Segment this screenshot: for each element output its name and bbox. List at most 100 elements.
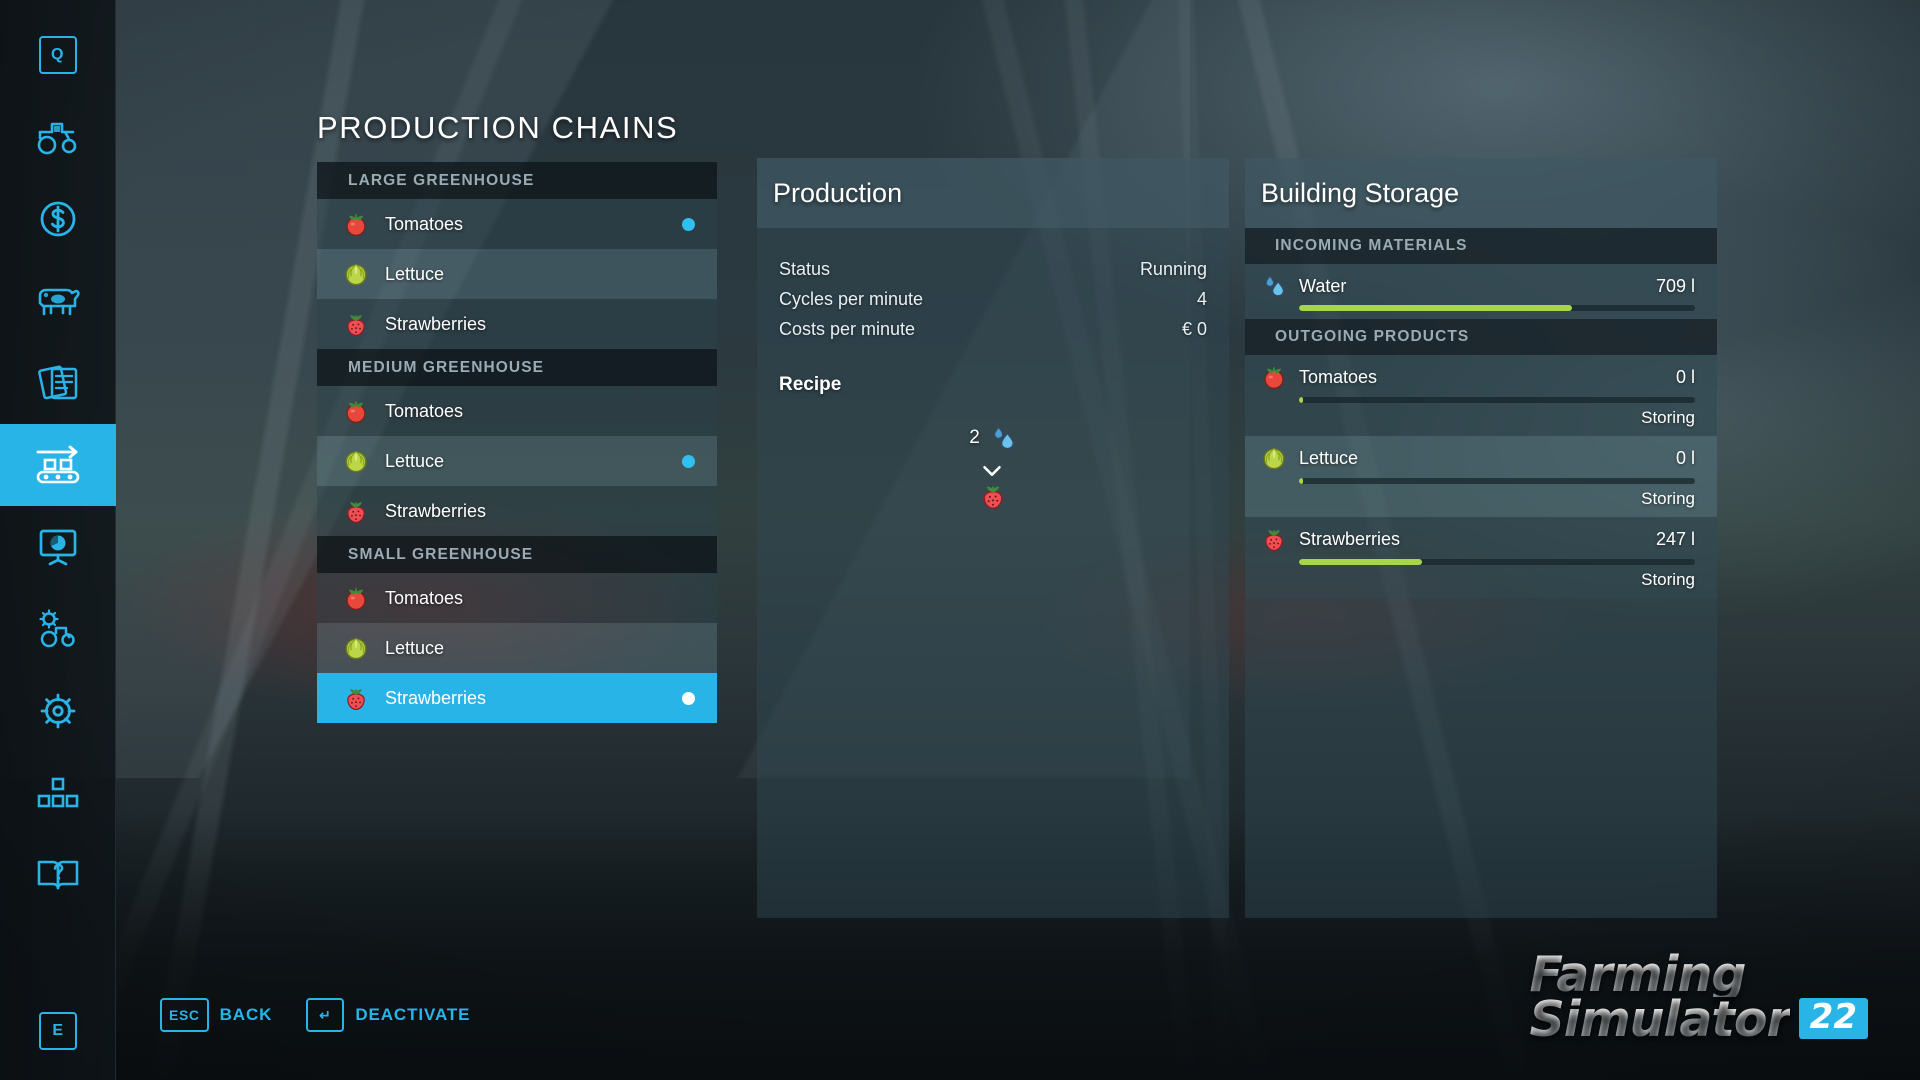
storage-row-top: Lettuce0 l [1261, 445, 1695, 471]
help-label: DEACTIVATE [355, 1005, 470, 1025]
tomato-icon [343, 211, 369, 237]
page-title: PRODUCTION CHAINS [317, 110, 678, 146]
chain-row[interactable]: Tomatoes [317, 573, 717, 623]
outgoing-products-list: Tomatoes0 lStoringLettuce0 lStoringStraw… [1245, 355, 1717, 598]
chain-row[interactable]: Lettuce [317, 249, 717, 299]
chevron-down-icon [980, 459, 1006, 475]
water-icon [989, 424, 1017, 452]
production-stats: StatusRunningCycles per minute4Costs per… [757, 228, 1229, 344]
storage-row[interactable]: Lettuce0 l Storing [1245, 436, 1717, 517]
production-stat-value: 4 [1197, 284, 1207, 314]
incoming-materials-list: Water709 l [1245, 264, 1717, 319]
sidebar-item-contracts[interactable] [0, 342, 116, 424]
outgoing-products-header: OUTGOING PRODUCTS [1245, 319, 1717, 355]
production-panel-title: Production [757, 158, 1229, 228]
storage-fill-bar [1299, 397, 1695, 403]
sidebar-item-statistics[interactable] [0, 506, 116, 588]
storage-fill-bar [1299, 305, 1695, 311]
production-stat-label: Costs per minute [779, 314, 915, 344]
conveyor-belt-icon [32, 444, 84, 486]
chain-group-header: SMALL GREENHOUSE [317, 536, 717, 573]
cow-icon [33, 283, 83, 319]
strawberry-icon [1261, 526, 1287, 552]
tomato-icon [343, 398, 369, 424]
storage-fill-bar-value [1299, 397, 1303, 403]
storage-row-top: Water709 l [1261, 273, 1695, 299]
building-storage-panel: Building Storage INCOMING MATERIALS Wate… [1245, 158, 1717, 918]
chain-row[interactable]: Strawberries [317, 673, 717, 723]
chain-row[interactable]: Lettuce [317, 623, 717, 673]
multiplayer-nodes-icon [35, 776, 81, 810]
storage-fill-bar [1299, 478, 1695, 484]
chain-group-header: LARGE GREENHOUSE [317, 162, 717, 199]
storage-row-status: Storing [1261, 489, 1695, 509]
storage-row-top: Strawberries247 l [1261, 526, 1695, 552]
help-book-icon [35, 855, 81, 895]
water-icon [1261, 273, 1287, 299]
sidebar-item-production-chains[interactable] [0, 424, 116, 506]
help-entry[interactable]: ↵ DEACTIVATE [306, 998, 470, 1032]
sidebar-item-vehicles[interactable] [0, 96, 116, 178]
help-key: ↵ [306, 998, 344, 1032]
chain-row-label: Tomatoes [385, 214, 463, 235]
sidebar-next-key[interactable]: E [39, 1012, 77, 1050]
production-stat-value: Running [1140, 254, 1207, 284]
storage-row-quantity: 0 l [1676, 448, 1695, 469]
tomato-icon [343, 585, 369, 611]
storage-row-name: Water [1299, 276, 1346, 297]
sidebar-item-vehicle-settings[interactable] [0, 588, 116, 670]
storage-row[interactable]: Tomatoes 0 l Storing [1245, 355, 1717, 436]
sidebar: Q [0, 0, 116, 1080]
production-stat-row: Costs per minute € 0 [779, 314, 1207, 344]
storage-row-status: Storing [1261, 570, 1695, 590]
strawberry-icon [343, 498, 369, 524]
production-panel: Production StatusRunningCycles per minut… [757, 158, 1229, 918]
chain-row-label: Strawberries [385, 688, 486, 709]
storage-fill-bar [1299, 559, 1695, 565]
strawberry-icon [343, 311, 369, 337]
storage-panel-title: Building Storage [1245, 158, 1717, 228]
storage-row[interactable]: Strawberries247 l Storing [1245, 517, 1717, 598]
chain-row[interactable]: Strawberries [317, 299, 717, 349]
sidebar-item-multiplayer[interactable] [0, 752, 116, 834]
sidebar-item-help[interactable] [0, 834, 116, 916]
tractor-icon [35, 119, 81, 155]
storage-row-name: Tomatoes [1299, 367, 1377, 388]
storage-row-status: Storing [1261, 408, 1695, 428]
chain-row[interactable]: Lettuce [317, 436, 717, 486]
production-stat-row: StatusRunning [779, 254, 1207, 284]
chain-row-label: Tomatoes [385, 588, 463, 609]
storage-fill-bar-value [1299, 559, 1422, 565]
logo-version-badge: 22 [1799, 998, 1868, 1039]
help-key: ESC [160, 998, 209, 1032]
storage-fill-bar-value [1299, 305, 1572, 311]
chain-row[interactable]: Tomatoes [317, 199, 717, 249]
production-chain-list: LARGE GREENHOUSETomatoesLettuceStrawberr… [317, 162, 717, 723]
documents-icon [35, 363, 81, 403]
help-bar: ESCBACK ↵ DEACTIVATE [160, 998, 470, 1032]
production-stat-label: Cycles per minute [779, 284, 923, 314]
sidebar-item-finances[interactable] [0, 178, 116, 260]
storage-row-quantity: 0 l [1676, 367, 1695, 388]
storage-row[interactable]: Water709 l [1245, 264, 1717, 319]
strawberry-icon [979, 482, 1007, 510]
storage-row-quantity: 247 l [1656, 529, 1695, 550]
sidebar-prev-key[interactable]: Q [39, 36, 77, 74]
chain-row-label: Lettuce [385, 451, 444, 472]
help-entry[interactable]: ESCBACK [160, 998, 272, 1032]
sidebar-item-game-settings[interactable] [0, 670, 116, 752]
chain-group-header: MEDIUM GREENHOUSE [317, 349, 717, 386]
production-stat-value: € 0 [1182, 314, 1207, 344]
lettuce-icon [1261, 445, 1287, 471]
logo-line-2: Simulator [1530, 997, 1790, 1042]
game-logo: Farming Simulator 22 [1530, 952, 1868, 1042]
chain-row[interactable]: Strawberries [317, 486, 717, 536]
chain-row[interactable]: Tomatoes [317, 386, 717, 436]
gear-icon [37, 690, 79, 732]
lettuce-icon [343, 635, 369, 661]
lettuce-icon [343, 448, 369, 474]
incoming-materials-header: INCOMING MATERIALS [1245, 228, 1717, 264]
dollar-circle-icon [37, 198, 79, 240]
lettuce-icon [343, 261, 369, 287]
sidebar-item-animals[interactable] [0, 260, 116, 342]
